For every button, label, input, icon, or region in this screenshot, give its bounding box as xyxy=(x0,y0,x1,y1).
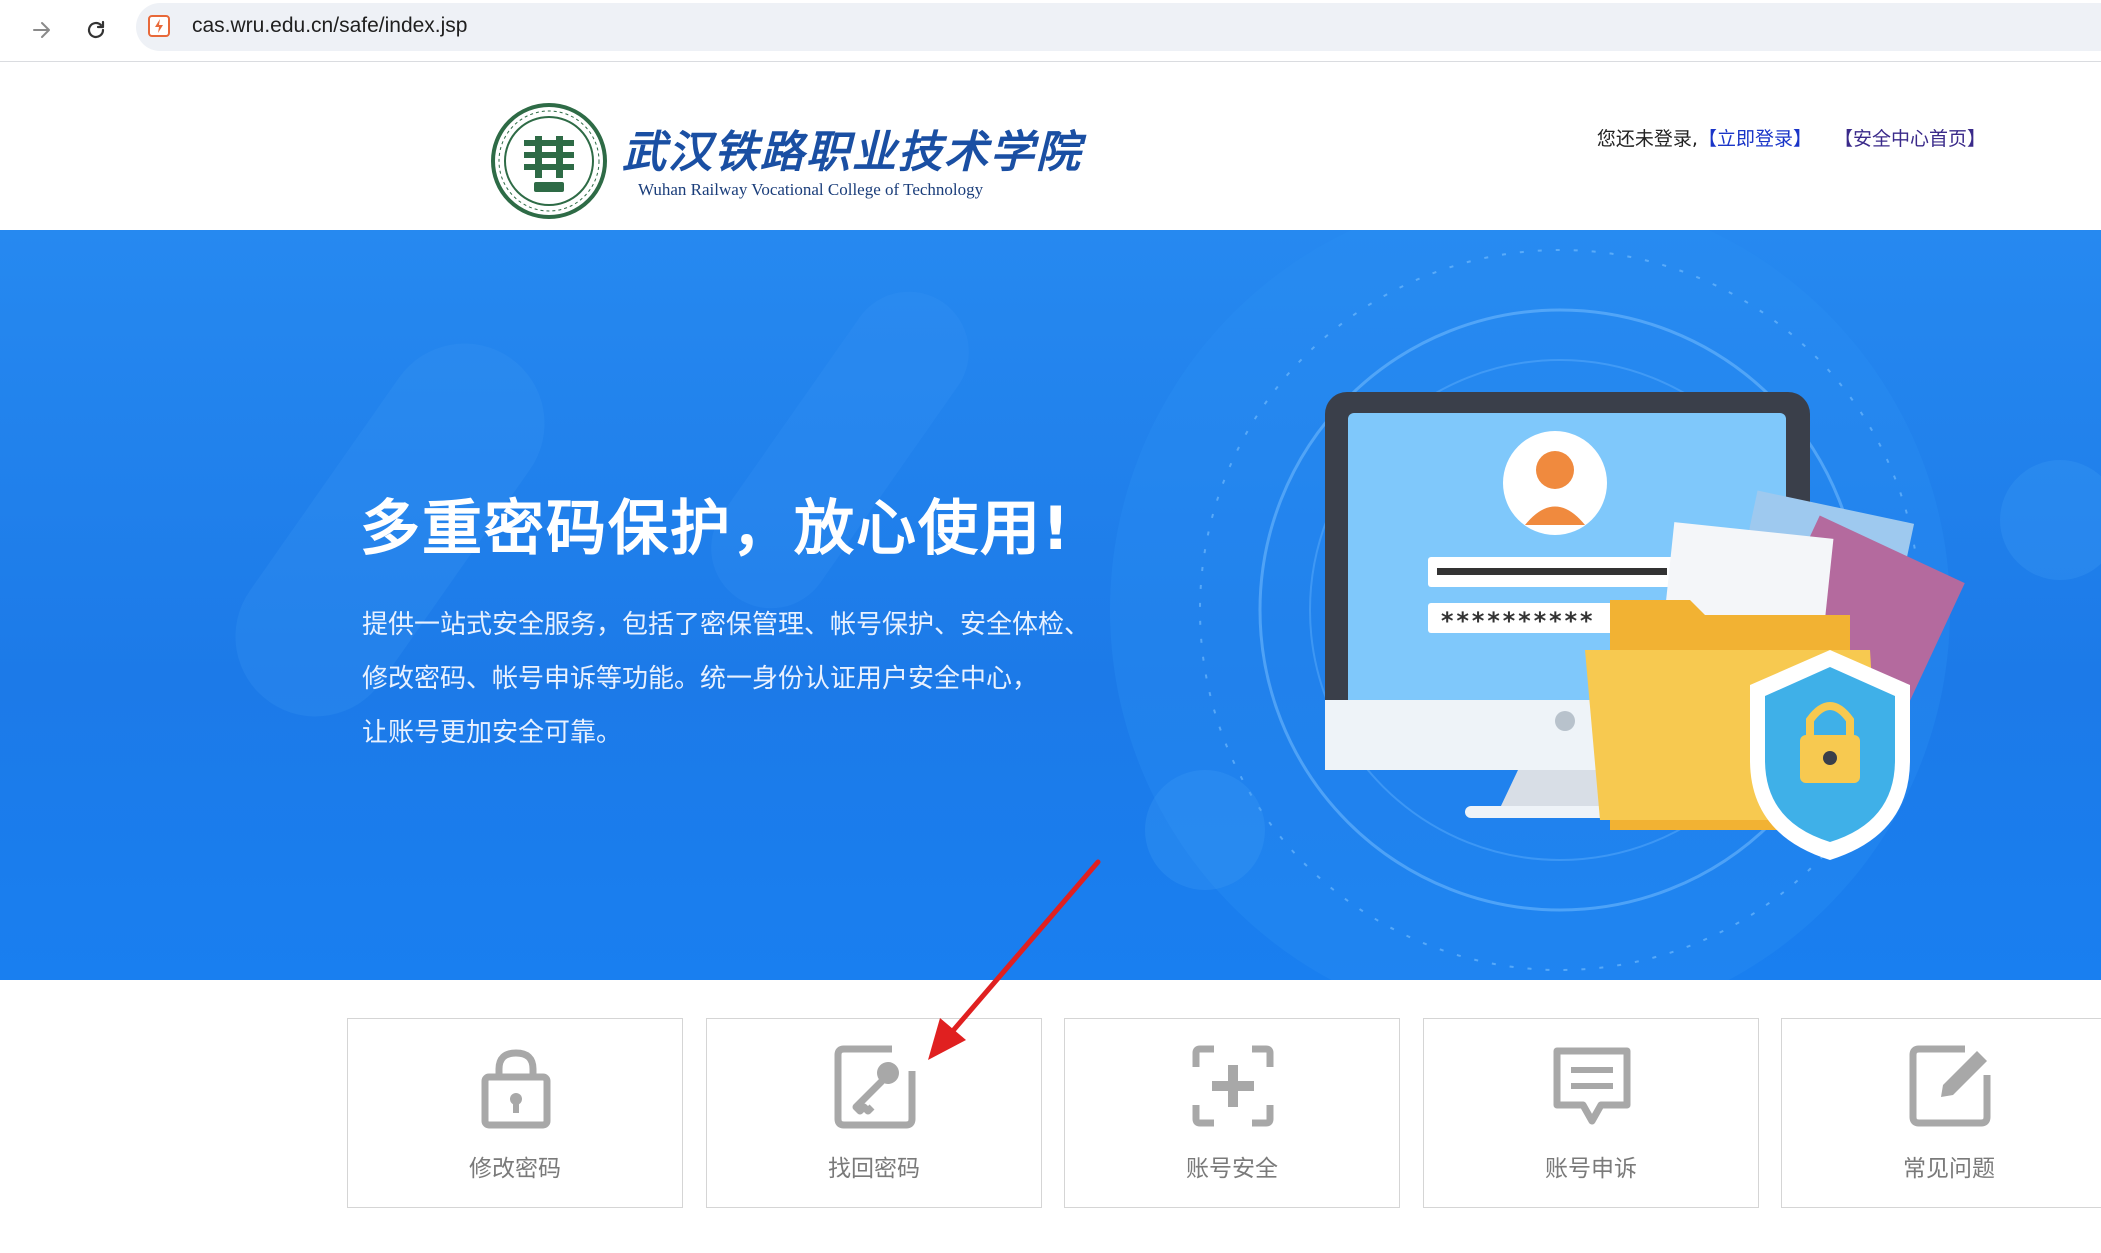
banner-desc-line: 修改密码、帐号申诉等功能。统一身份认证用户安全中心， xyxy=(362,664,1039,694)
card-label: 修改密码 xyxy=(469,1156,561,1182)
shield-plus-icon xyxy=(1192,1045,1274,1127)
arrow-right-icon xyxy=(33,22,50,38)
card-faq[interactable]: 常见问题 xyxy=(1781,1018,2101,1208)
college-seal-icon xyxy=(491,103,607,219)
address-bar[interactable]: cas.wru.edu.cn/safe/index.jsp xyxy=(136,3,2101,51)
reload-icon xyxy=(87,20,105,39)
site-favicon-icon xyxy=(148,15,170,37)
login-status-text: 您还未登录, xyxy=(1596,128,1698,150)
card-label: 账号安全 xyxy=(1186,1156,1278,1182)
security-home-link[interactable]: 【安全中心首页】 xyxy=(1834,128,1986,150)
forward-button[interactable] xyxy=(22,10,62,50)
card-label: 账号申诉 xyxy=(1545,1156,1637,1182)
card-label: 找回密码 xyxy=(828,1156,920,1182)
hero-banner: ********** 多重密码保护，放心使用! 提供一站式安全服务，包括了密保管… xyxy=(0,230,2101,980)
card-label: 常见问题 xyxy=(1903,1156,1995,1182)
edit-icon xyxy=(1909,1045,1991,1127)
lock-icon xyxy=(481,1049,551,1129)
card-account-appeal[interactable]: 账号申诉 xyxy=(1423,1018,1759,1208)
login-link[interactable]: 【立即登录】 xyxy=(1698,128,1812,150)
card-recover-password[interactable]: 找回密码 xyxy=(706,1018,1042,1208)
header-links: 您还未登录,【立即登录】 【安全中心首页】 xyxy=(1597,124,1986,151)
college-name-cn: 武汉铁路职业技术学院 xyxy=(622,127,1082,178)
card-change-password[interactable]: 修改密码 xyxy=(347,1018,683,1208)
banner-title: 多重密码保护，放心使用! xyxy=(360,494,1072,564)
site-header: 武汉铁路职业技术学院 Wuhan Railway Vocational Coll… xyxy=(0,62,2101,230)
key-icon xyxy=(834,1045,916,1129)
banner-desc-line: 提供一站式安全服务，包括了密保管理、帐号保护、安全体检、 xyxy=(362,610,1091,640)
feature-cards: 修改密码 找回密码 账号安全 账号申诉 常见问题 xyxy=(347,1018,2101,1213)
browser-toolbar: cas.wru.edu.cn/safe/index.jsp xyxy=(0,0,2101,62)
reload-button[interactable] xyxy=(76,10,116,50)
password-mask-text: ********** xyxy=(1440,607,1595,635)
card-account-security[interactable]: 账号安全 xyxy=(1064,1018,1400,1208)
banner-description: 提供一站式安全服务，包括了密保管理、帐号保护、安全体检、 修改密码、帐号申诉等功… xyxy=(362,598,1122,760)
url-text: cas.wru.edu.cn/safe/index.jsp xyxy=(192,14,468,37)
college-logo[interactable]: 武汉铁路职业技术学院 Wuhan Railway Vocational Coll… xyxy=(490,102,1080,222)
message-icon xyxy=(1553,1047,1631,1125)
banner-desc-line: 让账号更加安全可靠。 xyxy=(362,718,623,748)
college-name-en: Wuhan Railway Vocational College of Tech… xyxy=(638,180,984,199)
